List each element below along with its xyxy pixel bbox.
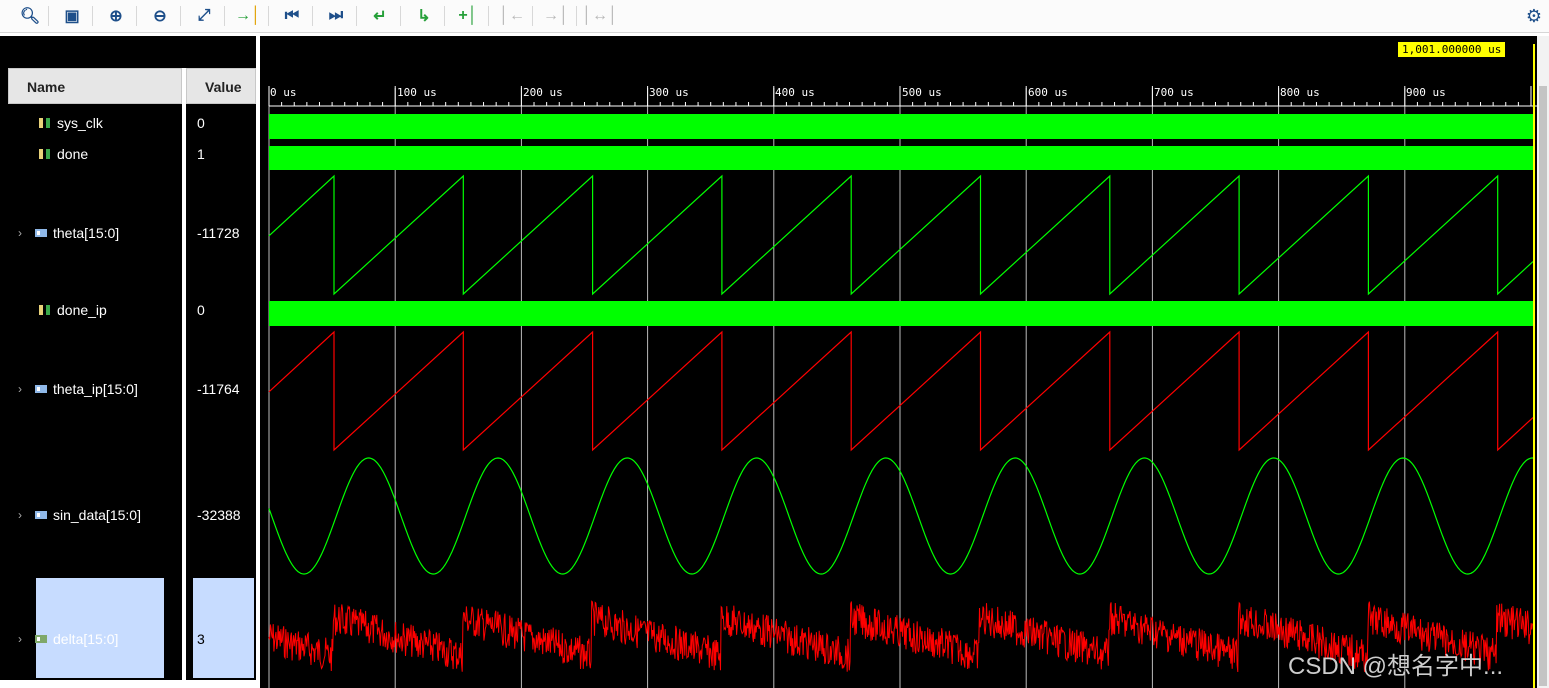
next-transition-icon[interactable]: ↳ [412, 4, 436, 28]
previous-transition-icon[interactable]: ↵ [368, 4, 392, 28]
signal-value: 0 [197, 302, 205, 318]
bus-signal-icon [35, 511, 47, 519]
waveform-canvas[interactable] [260, 36, 1549, 688]
signal-name: done_ip [57, 302, 107, 318]
go-to-end-icon[interactable]: ⏭︎ [324, 4, 348, 28]
zoom-fit-icon[interactable]: ⤢ [192, 4, 216, 28]
signal-row-done-ip[interactable]: done_ip [38, 302, 107, 318]
signal-name: done [57, 146, 89, 162]
go-to-cursor-icon[interactable]: → │ [235, 4, 261, 28]
bus-signal-icon [35, 385, 47, 393]
panel-footer [0, 680, 260, 688]
theta-wave [268, 174, 1534, 296]
previous-marker-icon[interactable]: │← [499, 4, 525, 28]
zoom-out-icon[interactable]: ⊖ [148, 4, 172, 28]
time-tick-label: 200 us [523, 86, 563, 99]
selected-row-value-highlight [193, 578, 254, 678]
sin-data-wave [268, 457, 1533, 575]
name-header-label: Name [27, 79, 66, 95]
signal-name: theta[15:0] [53, 225, 120, 241]
time-tick-label: 500 us [902, 86, 942, 99]
signal-name: delta[15:0] [53, 631, 119, 647]
toolbar-separator [532, 6, 533, 26]
signal-row-sys-clk[interactable]: sys_clk [38, 115, 103, 131]
signal-name: sys_clk [57, 115, 103, 131]
toolbar-separator [444, 6, 445, 26]
toolbar-separator [92, 6, 93, 26]
go-to-start-icon[interactable]: ⏮︎ [280, 4, 304, 28]
chevron-right-icon[interactable]: › [18, 382, 30, 396]
value-header-label: Value [205, 79, 242, 95]
value-column-header[interactable]: Value [186, 68, 256, 104]
column-divider[interactable] [182, 68, 186, 680]
signal-value: -32388 [197, 507, 241, 523]
time-tick-label: 0 us [270, 86, 297, 99]
sys-clk-wave [269, 114, 1533, 139]
waveform-svg [268, 44, 1537, 688]
toolbar-separator [180, 6, 181, 26]
add-marker-icon[interactable]: +│ [456, 4, 480, 28]
bit-signal-icon [39, 149, 50, 159]
vertical-scrollbar[interactable] [1537, 36, 1549, 688]
time-tick-label: 800 us [1280, 86, 1320, 99]
selected-row-name-highlight [36, 578, 164, 678]
scrollbar-thumb[interactable] [1539, 86, 1547, 686]
bus-signal-icon [35, 229, 47, 237]
toolbar: 🔍︎ ▣ ⊕ ⊖ ⤢ → │ ⏮︎ ⏭︎ ↵ ↳ +│ │← →│ │↔│ ⚙︎ [0, 0, 1549, 33]
toolbar-separator [356, 6, 357, 26]
time-tick-label: 700 us [1154, 86, 1194, 99]
toolbar-separator [48, 6, 49, 26]
chevron-right-icon[interactable]: › [18, 632, 30, 646]
done-wave [269, 146, 1533, 170]
time-tick-label: 900 us [1406, 86, 1446, 99]
signal-value: 0 [197, 115, 205, 131]
signal-value: -11728 [197, 225, 240, 241]
name-column-header[interactable]: Name [8, 68, 182, 104]
signal-value: 1 [197, 146, 205, 162]
swap-cursors-icon[interactable]: │↔│ [582, 4, 618, 28]
bit-signal-icon [39, 118, 50, 128]
watermark: CSDN @想名字中... [1288, 653, 1504, 680]
time-tick-label: 100 us [397, 86, 437, 99]
signal-row-sin-data[interactable]: › sin_data[15:0] [18, 507, 141, 523]
time-tick-label: 300 us [649, 86, 689, 99]
toolbar-separator [136, 6, 137, 26]
signal-row-done[interactable]: done [38, 146, 88, 162]
signal-row-theta[interactable]: › theta[15:0] [18, 225, 120, 241]
toolbar-separator [224, 6, 225, 26]
search-icon[interactable]: 🔍︎ [18, 4, 42, 28]
signal-value: -11764 [197, 381, 240, 397]
time-tick-label: 600 us [1028, 86, 1068, 99]
toolbar-separator [268, 6, 269, 26]
bit-signal-icon [39, 305, 50, 315]
chevron-right-icon[interactable]: › [18, 226, 30, 240]
bus-signal-icon [35, 635, 47, 643]
zoom-in-icon[interactable]: ⊕ [104, 4, 128, 28]
signal-name: sin_data[15:0] [53, 507, 141, 523]
cursor-time-label[interactable]: 1,001.000000 us [1398, 42, 1506, 57]
time-tick-label: 400 us [775, 86, 815, 99]
save-icon[interactable]: ▣ [60, 4, 84, 28]
gear-icon[interactable]: ⚙︎ [1522, 4, 1546, 28]
next-marker-icon[interactable]: →│ [543, 4, 569, 28]
signal-name: theta_ip[15:0] [53, 381, 138, 397]
signal-value: 3 [197, 631, 205, 647]
chevron-right-icon[interactable]: › [18, 508, 30, 522]
theta-ip-wave [268, 330, 1534, 452]
signal-row-delta[interactable]: › delta[15:0] [18, 631, 119, 647]
signal-row-theta-ip[interactable]: › theta_ip[15:0] [18, 381, 138, 397]
toolbar-separator [400, 6, 401, 26]
toolbar-separator [576, 6, 577, 26]
toolbar-separator [488, 6, 489, 26]
done-ip-wave [269, 301, 1533, 326]
toolbar-separator [312, 6, 313, 26]
